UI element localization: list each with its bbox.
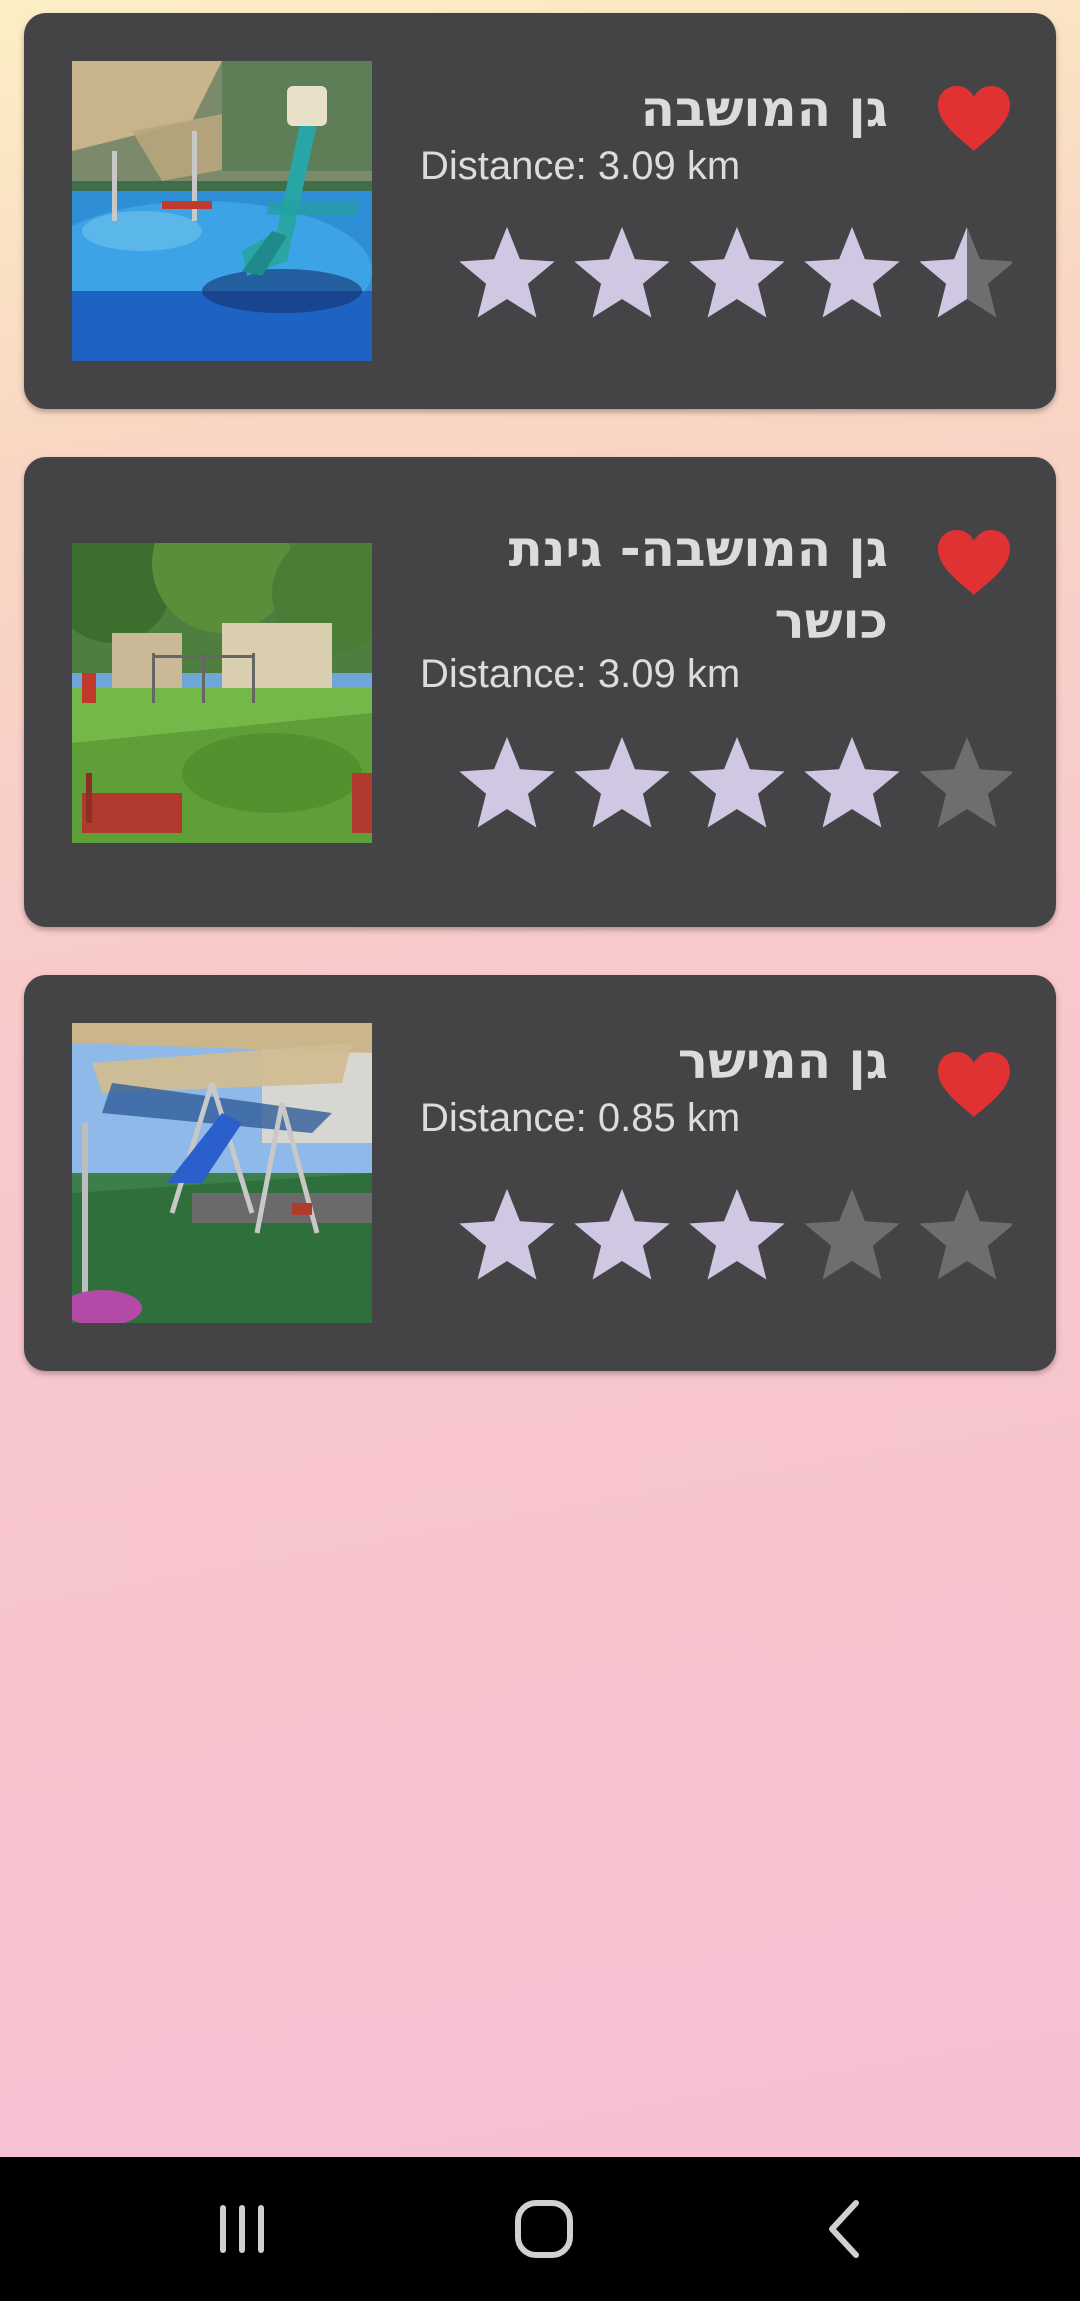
- playground-card[interactable]: גן המושבה Distance: 3.09 km: [24, 13, 1056, 409]
- favorite-heart-icon[interactable]: [936, 529, 1012, 597]
- rating-stars: [459, 737, 1012, 828]
- home-icon[interactable]: [484, 2187, 604, 2271]
- star-filled-icon: [689, 227, 785, 318]
- star-filled-icon: [574, 227, 670, 318]
- star-icon: [919, 1189, 1012, 1280]
- star-filled-icon: [689, 737, 785, 828]
- star-filled-icon: [574, 737, 670, 828]
- playground-card[interactable]: גן המישר Distance: 0.85 km: [24, 975, 1056, 1371]
- back-icon[interactable]: [786, 2187, 906, 2271]
- star-icon: [804, 1189, 900, 1280]
- playground-photo: [72, 61, 372, 361]
- favorite-heart-icon[interactable]: [936, 85, 1012, 153]
- playground-photo: [72, 1023, 372, 1323]
- playground-name: גן המושבה- גינת כושר: [508, 520, 888, 650]
- playground-photo: [72, 543, 372, 843]
- recent-apps-icon[interactable]: [182, 2187, 302, 2271]
- favorite-heart-icon[interactable]: [936, 1051, 1012, 1119]
- playground-distance: Distance: 3.09 km: [420, 144, 741, 188]
- star-filled-icon: [574, 1189, 670, 1280]
- star-filled-icon: [689, 1189, 785, 1280]
- star-filled-icon: [459, 227, 555, 318]
- star-filled-icon: [459, 1189, 555, 1280]
- star-filled-icon: [804, 227, 900, 318]
- playground-name: גן המושבה: [640, 80, 888, 138]
- rating-stars: [459, 1189, 1012, 1280]
- system-navigation-bar: [0, 2157, 1080, 2301]
- star-filled-icon: [459, 737, 555, 828]
- playground-distance: Distance: 0.85 km: [420, 1096, 741, 1140]
- playground-card[interactable]: גן המושבה- גינת כושר Distance: 3.09 km: [24, 457, 1056, 927]
- rating-stars: [459, 227, 1012, 318]
- star-filled-icon: [804, 737, 900, 828]
- star-icon: [919, 737, 1012, 828]
- playground-name: גן המישר: [677, 1032, 888, 1090]
- playground-distance: Distance: 3.09 km: [420, 652, 741, 696]
- playground-list: גן המושבה Distance: 3.09 km גן המושבה- ג…: [24, 13, 1056, 1419]
